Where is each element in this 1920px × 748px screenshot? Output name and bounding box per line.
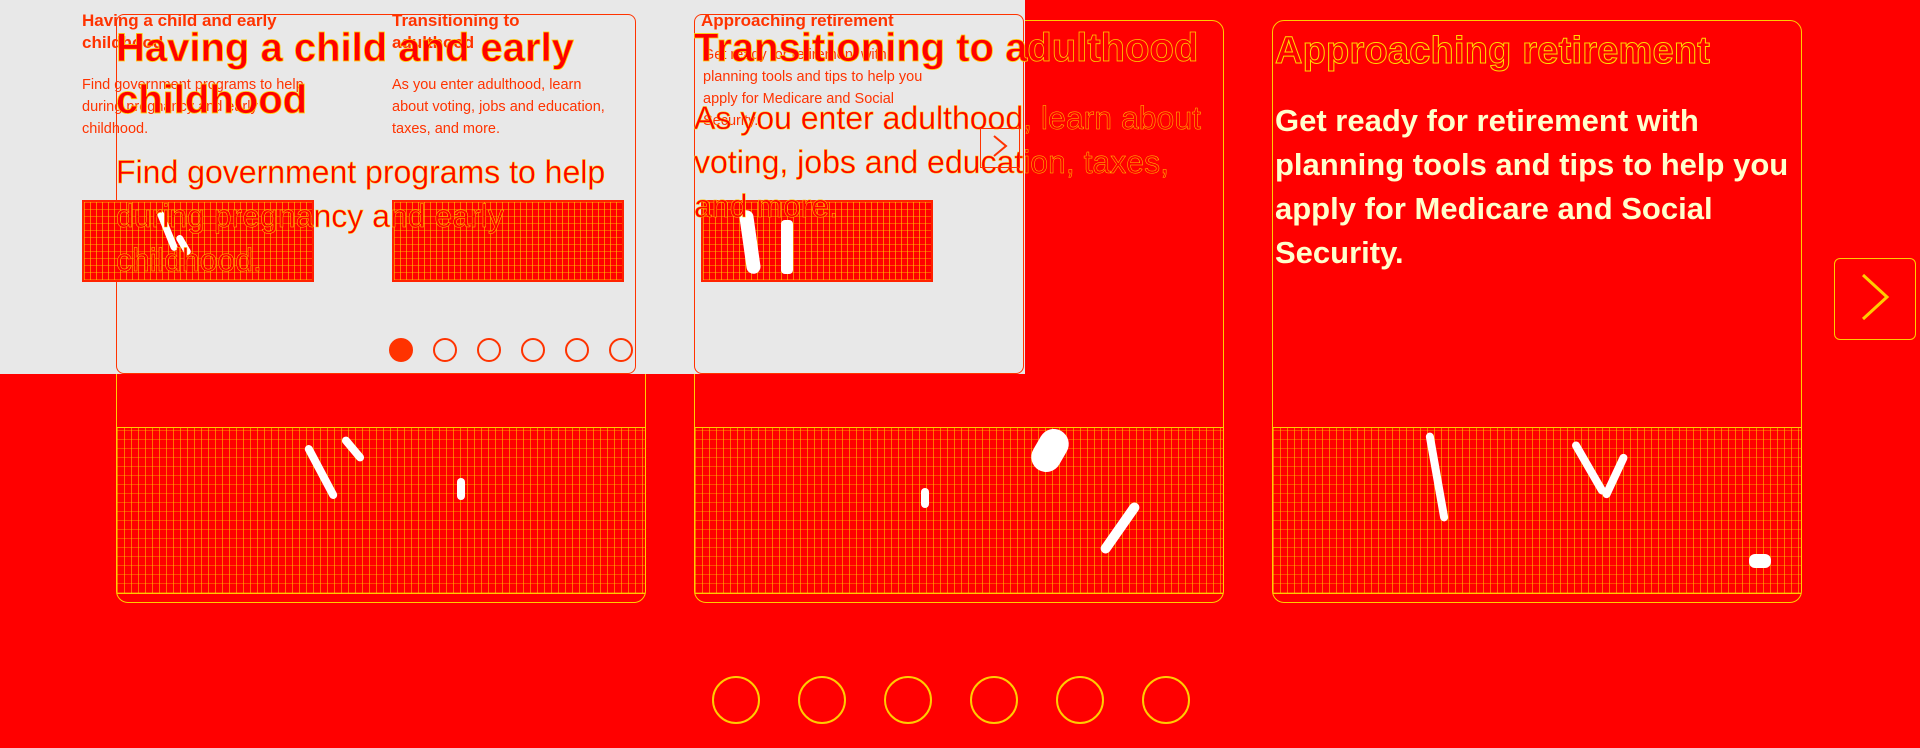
- card-image: [117, 427, 645, 594]
- carousel-small-dot-6[interactable]: [609, 338, 633, 362]
- carousel-dot-5[interactable]: [1056, 676, 1104, 724]
- card-description-large: Find government programs to help during …: [116, 154, 606, 279]
- carousel-dot-6[interactable]: [1142, 676, 1190, 724]
- carousel-small-next-button[interactable]: [980, 128, 1020, 168]
- carousel-dot-3[interactable]: [884, 676, 932, 724]
- card-title: Approaching retirement: [1275, 30, 1711, 73]
- carousel-small-dot-5[interactable]: [565, 338, 589, 362]
- carousel-small-dot-3[interactable]: [477, 338, 501, 362]
- carousel-dot-4[interactable]: [970, 676, 1018, 724]
- carousel-small-dot-4[interactable]: [521, 338, 545, 362]
- carousel-small-dot-2[interactable]: [433, 338, 457, 362]
- carousel-card-approaching-retirement[interactable]: Approaching retirement Get ready for ret…: [1272, 20, 1802, 603]
- carousel-small: Having a child and early childhood Find …: [0, 0, 1201, 374]
- chevron-right-icon: [1855, 271, 1895, 328]
- card-image: [1273, 427, 1801, 594]
- carousel-pagination: [712, 676, 1190, 724]
- card-title-large: Transitioning to adulthood: [694, 26, 1199, 71]
- carousel-small-dot-1[interactable]: [389, 338, 413, 362]
- carousel-page: Approaching retirement Get ready for ret…: [0, 0, 1920, 748]
- card-title-large: Having a child and early childhood: [116, 26, 575, 123]
- carousel-small-pagination: [389, 338, 633, 362]
- card-description-large: As you enter adulthood, learn about voti…: [694, 100, 1202, 225]
- carousel-dot-2[interactable]: [798, 676, 846, 724]
- card-description: Get ready for retirement with planning t…: [1275, 103, 1789, 270]
- carousel-dot-1[interactable]: [712, 676, 760, 724]
- card-image: [695, 423, 1223, 594]
- carousel-next-button[interactable]: [1834, 258, 1916, 340]
- chevron-right-icon: [991, 133, 1009, 164]
